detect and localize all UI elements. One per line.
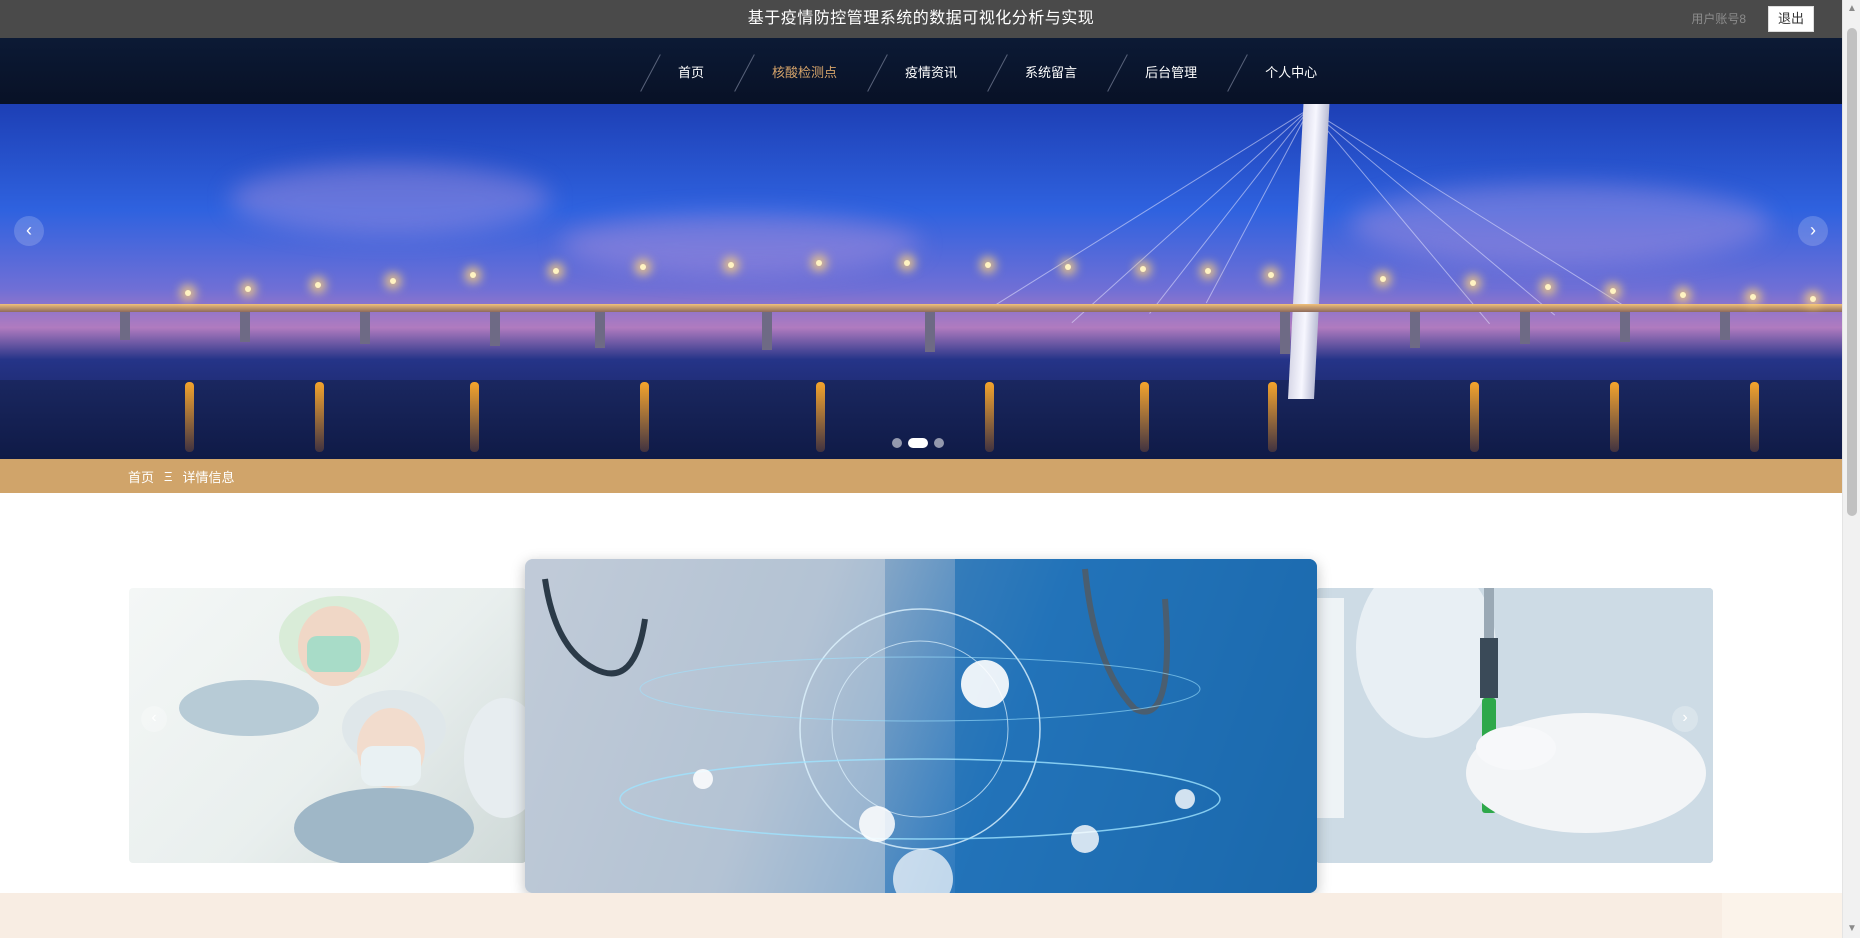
breadcrumb: 首页 Ξ 详情信息 [0, 459, 1842, 493]
bridge-pillar [240, 312, 250, 342]
light-reflection [985, 382, 994, 452]
bridge-lamp [1205, 268, 1211, 274]
medical-tech-illustration [525, 559, 1317, 893]
banner-next-button[interactable]: › [1798, 216, 1828, 246]
nav-item-label: 后台管理 [1145, 64, 1198, 80]
bridge-lamp [1610, 288, 1616, 294]
bridge-lamp [985, 262, 991, 268]
breadcrumb-separator: Ξ [164, 468, 173, 484]
scroll-down-icon[interactable]: ▼ [1843, 920, 1860, 938]
bridge-lamp [1470, 280, 1476, 286]
bridge-pillar [595, 312, 605, 348]
bridge-lamp [1810, 296, 1816, 302]
carousel-next-button[interactable]: › [1672, 706, 1698, 732]
bridge-pillar [1520, 312, 1530, 344]
banner-dot[interactable] [934, 438, 944, 448]
light-reflection [315, 382, 324, 452]
carousel-card-doctors[interactable]: ‹ [129, 588, 526, 863]
banner-dot[interactable] [892, 438, 902, 448]
detail-image-carousel: ‹ › [0, 493, 1842, 938]
bridge-pillar [1720, 312, 1730, 340]
nav-item-label: 系统留言 [1025, 64, 1078, 80]
bridge-cable [987, 108, 1310, 311]
bridge-lamp [1680, 292, 1686, 298]
banner-pagination [892, 438, 944, 448]
bridge-lamp [1750, 294, 1756, 300]
bridge-lamp [390, 278, 396, 284]
nav-item-label: 首页 [678, 64, 705, 80]
bridge-lamp [315, 282, 321, 288]
bridge-lamp [470, 272, 476, 278]
bridge-lamp [1065, 264, 1071, 270]
banner-prev-button[interactable]: ‹ [14, 216, 44, 246]
nav-item-testing-sites[interactable]: 核酸检测点 [730, 38, 863, 104]
banner-cloud [230, 164, 550, 234]
light-reflection [640, 382, 649, 452]
bridge-pillar [1410, 312, 1420, 348]
bridge-lamp [245, 286, 251, 292]
bridge-pillar [1620, 312, 1630, 342]
bridge-pillar [1280, 312, 1290, 354]
bridge-lamp [904, 260, 910, 266]
doctors-illustration [179, 596, 526, 863]
bridge-lamp [1380, 276, 1386, 282]
bridge-pillar [762, 312, 772, 350]
bridge-lamp [553, 268, 559, 274]
nav-item-label: 核酸检测点 [772, 64, 838, 80]
nav-item-messages[interactable]: 系统留言 [983, 38, 1103, 104]
light-reflection [1470, 382, 1479, 452]
bridge-pillar [120, 312, 130, 340]
nav-item-admin[interactable]: 后台管理 [1103, 38, 1223, 104]
nav-item-label: 疫情资讯 [905, 64, 958, 80]
page-scrollbar[interactable]: ▲ ▼ [1842, 0, 1860, 938]
bridge-pillar [490, 312, 500, 346]
carousel-card-medical-tech[interactable] [525, 559, 1317, 893]
bridge-pillar [360, 312, 370, 344]
syringe-illustration [1316, 588, 1713, 863]
light-reflection [816, 382, 825, 452]
carousel-prev-button[interactable]: ‹ [141, 706, 167, 732]
main-nav: 首页 核酸检测点 疫情资讯 系统留言 后台管理 个人中心 [0, 38, 1842, 104]
light-reflection [1268, 382, 1277, 452]
nav-item-epidemic-news[interactable]: 疫情资讯 [863, 38, 983, 104]
banner-dot-active[interactable] [908, 438, 928, 448]
banner-cloud [560, 214, 920, 274]
breadcrumb-home[interactable]: 首页 [128, 467, 154, 486]
light-reflection [1610, 382, 1619, 452]
bridge-cable [1071, 108, 1310, 324]
light-reflection [1140, 382, 1149, 452]
user-account-label: 用户账号8 [1691, 12, 1746, 26]
bridge-pillar [925, 312, 935, 352]
nav-item-label: 个人中心 [1265, 64, 1318, 80]
hero-banner: ‹ › [0, 104, 1842, 459]
scrollbar-thumb[interactable] [1847, 28, 1857, 516]
bridge-cable [1149, 108, 1310, 314]
bridge-lamp [1545, 284, 1551, 290]
light-reflection [470, 382, 479, 452]
bridge-tower [1288, 104, 1330, 399]
bridge-lamp [1140, 266, 1146, 272]
top-title-bar: 基于疫情防控管理系统的数据可视化分析与实现 用户账号8 退出 [0, 0, 1842, 38]
light-reflection [1750, 382, 1759, 452]
light-reflection [185, 382, 194, 452]
nav-item-profile[interactable]: 个人中心 [1223, 38, 1343, 104]
bridge-lamp [728, 262, 734, 268]
bridge-deck [0, 304, 1842, 312]
breadcrumb-current: 详情信息 [182, 469, 235, 485]
bridge-lamp [640, 264, 646, 270]
bridge-lamp [816, 260, 822, 266]
nav-item-home[interactable]: 首页 [636, 38, 730, 104]
section-divider-edge [1722, 893, 1842, 938]
bridge-lamp [1268, 272, 1274, 278]
section-divider [0, 893, 1722, 938]
bridge-lamp [185, 290, 191, 296]
scroll-up-icon[interactable]: ▲ [1843, 0, 1860, 18]
logout-button[interactable]: 退出 [1768, 6, 1814, 32]
site-title: 基于疫情防控管理系统的数据可视化分析与实现 [747, 10, 1095, 27]
carousel-card-syringe[interactable]: › [1316, 588, 1713, 863]
